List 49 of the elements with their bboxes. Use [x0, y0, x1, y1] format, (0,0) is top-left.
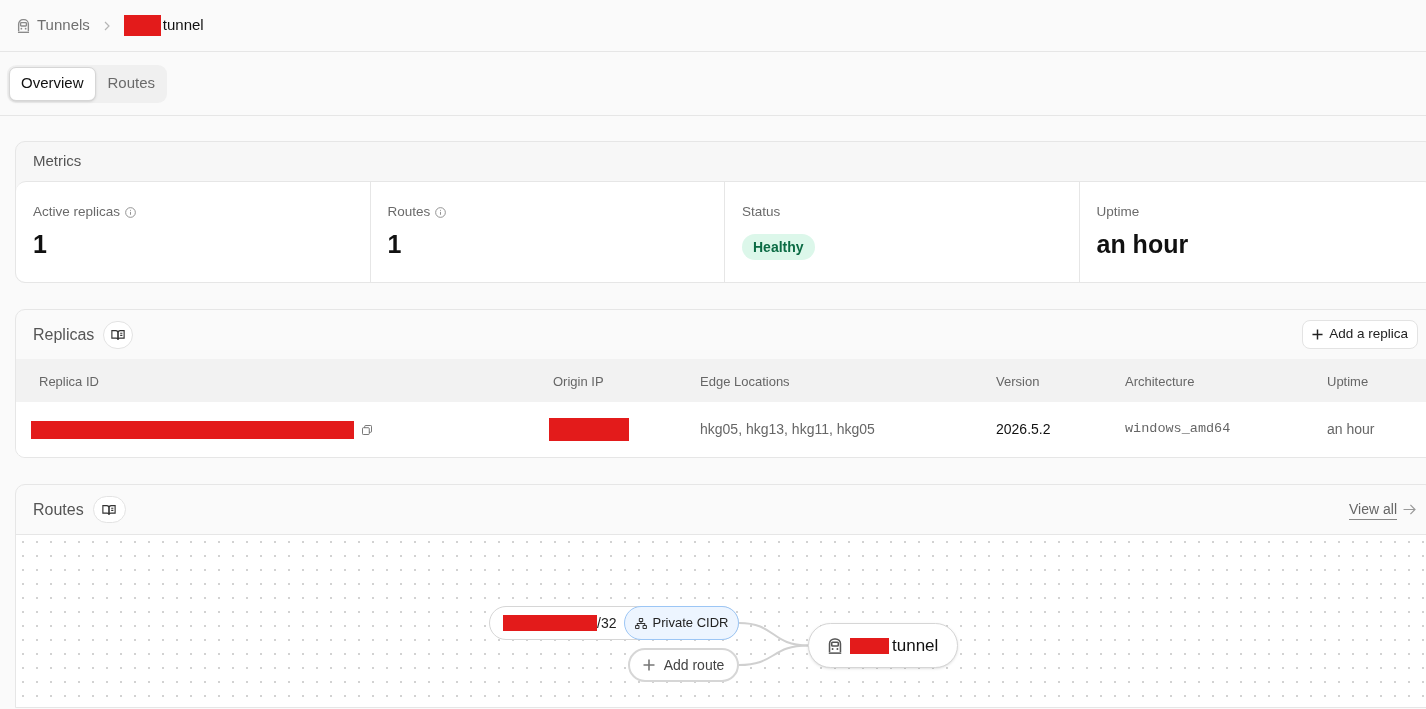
- arrow-right-icon: [1403, 504, 1416, 515]
- column-header: Origin IP: [553, 373, 604, 389]
- column-header: Architecture: [1125, 373, 1195, 389]
- card-title: Metrics: [33, 151, 82, 172]
- tab[interactable]: Routes: [97, 66, 166, 101]
- table-cell-text: an hour: [1327, 420, 1375, 439]
- add-route-button[interactable]: Add route: [628, 648, 739, 682]
- column-header: Replica ID: [39, 373, 99, 389]
- connector-line: [738, 644, 809, 666]
- tab[interactable]: Overview: [9, 66, 96, 101]
- breadcrumb-link[interactable]: Tunnels: [17, 14, 90, 37]
- card-title: Replicas: [33, 324, 95, 345]
- metric-value: 1: [33, 229, 47, 261]
- tunnel-node[interactable]: tunnel: [808, 623, 959, 668]
- add-replica-button[interactable]: Add a replica: [1302, 320, 1418, 349]
- book-icon: [102, 503, 117, 516]
- tunnel-icon: [828, 637, 842, 654]
- route-type-tag: Private CIDR: [624, 606, 739, 640]
- column-header: Uptime: [1327, 373, 1369, 389]
- table-cell-text: hkg05, hkg13, hkg11, hkg05: [700, 420, 875, 439]
- metric-value: 1: [387, 229, 402, 261]
- copy-icon[interactable]: [362, 424, 372, 435]
- table-cell-text: 2026.5.2: [996, 420, 1051, 439]
- card-title: Routes: [33, 499, 84, 520]
- plus-icon: [1312, 329, 1324, 340]
- table-cell-text: windows_amd64: [1125, 420, 1231, 439]
- info-icon[interactable]: [125, 206, 137, 218]
- connector-line: [738, 622, 809, 647]
- status-badge: Healthy: [742, 234, 815, 261]
- chevron-right-icon: [103, 20, 110, 31]
- metric-label: Uptime: [1096, 203, 1140, 221]
- metric-label: Status: [742, 203, 781, 221]
- plus-icon: [642, 659, 655, 671]
- column-header: Edge Locations: [700, 373, 790, 389]
- route-node[interactable]: /32 Private CIDR: [489, 606, 739, 640]
- breadcrumb-current: tunnel: [162, 15, 204, 36]
- network-icon: [634, 617, 647, 629]
- metric-label: Active replicas: [33, 203, 121, 221]
- book-icon: [111, 328, 126, 341]
- cidr-suffix: /32: [597, 613, 617, 633]
- info-icon[interactable]: [435, 206, 447, 218]
- view-all-link[interactable]: View all: [1349, 499, 1416, 520]
- metric-label: Routes: [387, 203, 431, 221]
- metric-value: an hour: [1096, 229, 1189, 261]
- docs-button[interactable]: [92, 496, 126, 523]
- docs-button[interactable]: [103, 320, 134, 349]
- column-header: Version: [996, 373, 1040, 389]
- tunnel-icon: [17, 18, 30, 33]
- tunnel-name: tunnel: [892, 634, 939, 657]
